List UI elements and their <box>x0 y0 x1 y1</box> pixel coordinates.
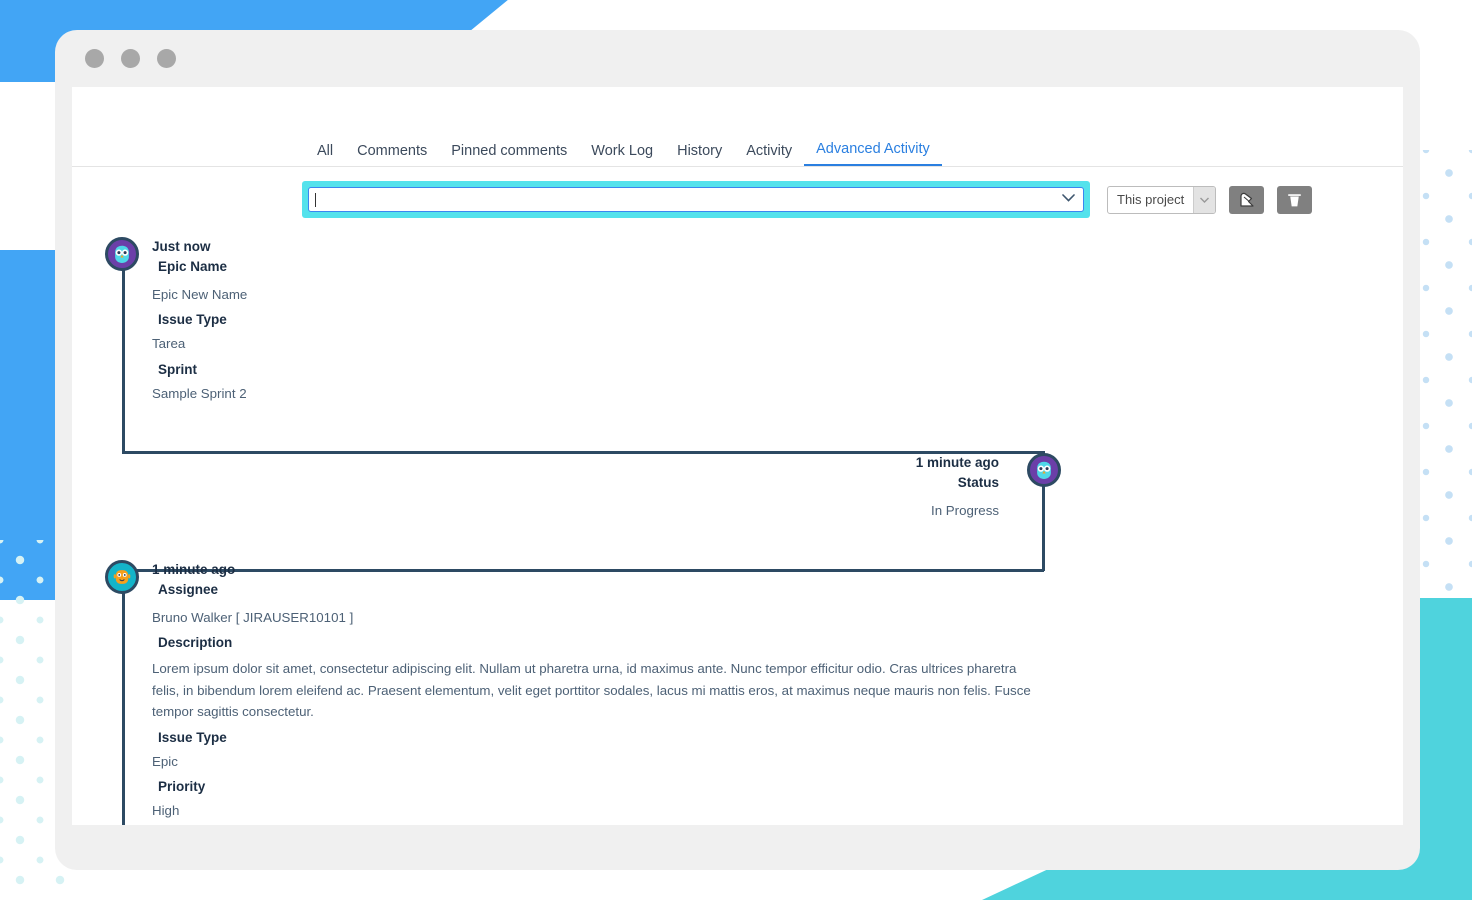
activity-tab-bar: All Comments Pinned comments Work Log Hi… <box>72 87 1403 167</box>
activity-time-2: 1 minute ago <box>915 455 999 470</box>
avatar-owl-2[interactable] <box>1027 453 1061 487</box>
tab-history[interactable]: History <box>665 143 734 166</box>
browser-window: All Comments Pinned comments Work Log Hi… <box>55 30 1420 870</box>
activity-3-value-3: High <box>152 803 180 819</box>
avatar-owl-1[interactable] <box>105 237 139 271</box>
select-chevron-glyph <box>1200 197 1210 203</box>
activity-3-description: Lorem ipsum dolor sit amet, consectetur … <box>152 661 1031 720</box>
tab-work-log[interactable]: Work Log <box>579 143 665 166</box>
filter-bar: This project <box>72 167 1403 218</box>
activity-3-label-2: Issue Type <box>158 729 227 745</box>
activity-time-3: 1 minute ago <box>152 562 236 577</box>
activity-entry-3: 1 minute ago Assignee Bruno Walker [ JIR… <box>105 560 1032 822</box>
tab-pinned-comments[interactable]: Pinned comments <box>439 143 579 166</box>
activity-timeline: Just now Epic Name Epic New Name Issue T… <box>72 228 1403 825</box>
activity-1-value-1: Tarea <box>152 336 186 352</box>
screenshot-stage: All Comments Pinned comments Work Log Hi… <box>0 0 1472 900</box>
search-combobox[interactable] <box>308 187 1084 212</box>
activity-title-3: Assignee <box>158 582 219 598</box>
search-field-highlight <box>302 181 1090 218</box>
delete-button[interactable] <box>1277 185 1313 214</box>
robot-avatar-icon <box>113 570 131 584</box>
text-cursor <box>315 192 316 207</box>
tab-activity[interactable]: Activity <box>734 143 804 166</box>
trash-icon <box>1288 193 1302 206</box>
project-scope-select[interactable]: This project <box>1107 185 1217 214</box>
window-dot-close[interactable] <box>85 49 104 68</box>
activity-1-label-1: Issue Type <box>158 312 227 328</box>
activity-1-value-2: Sample Sprint 2 <box>152 385 247 401</box>
chevron-down-icon[interactable] <box>1062 194 1075 205</box>
activity-title-2: Status <box>957 475 999 491</box>
window-dot-minimize[interactable] <box>121 49 140 68</box>
owl-avatar-icon <box>1037 461 1051 479</box>
activity-3-label-1: Description <box>158 635 233 651</box>
project-scope-label: This project <box>1117 192 1185 207</box>
export-icon <box>1240 192 1254 207</box>
activity-2-value-0: In Progress <box>931 502 999 518</box>
tab-all[interactable]: All <box>305 143 345 166</box>
chevron-down-glyph <box>1062 194 1075 202</box>
activity-1-value-0: Epic New Name <box>152 286 248 302</box>
activity-entry-1: Just now Epic Name Epic New Name Issue T… <box>105 237 247 404</box>
activity-time-1: Just now <box>152 239 211 254</box>
owl-avatar-icon <box>115 245 129 263</box>
activity-3-value-0: Bruno Walker [ JIRAUSER10101 ] <box>152 609 354 625</box>
window-titlebar <box>55 30 1420 87</box>
avatar-bot-3[interactable] <box>105 560 139 594</box>
tab-advanced-activity[interactable]: Advanced Activity <box>804 141 942 166</box>
export-button[interactable] <box>1229 185 1265 214</box>
activity-3-value-2: Epic <box>152 753 178 769</box>
activity-entry-2: 1 minute ago Status In Progress <box>832 453 1061 521</box>
activity-3-label-3: Priority <box>158 779 206 795</box>
activity-1-label-2: Sprint <box>158 361 197 377</box>
tab-comments[interactable]: Comments <box>345 143 439 166</box>
window-dot-maximize[interactable] <box>157 49 176 68</box>
select-chevron-down-icon[interactable] <box>1193 186 1216 213</box>
page-viewport: All Comments Pinned comments Work Log Hi… <box>72 87 1403 825</box>
activity-title-1: Epic Name <box>158 259 228 275</box>
